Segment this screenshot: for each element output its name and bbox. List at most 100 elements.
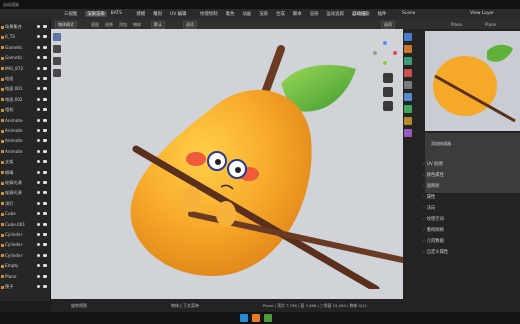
visibility-eye-icon[interactable] [37,264,40,268]
outliner-row[interactable]: 支架 [1,158,49,166]
render-camera-icon[interactable] [43,253,47,257]
property-section[interactable]: 自定义属性 [423,249,448,255]
zoom-icon[interactable] [383,73,393,83]
workspace-tab[interactable]: 建模 [136,11,145,17]
outliner-row[interactable]: 轮廓光源 [1,189,49,197]
workspace-tab[interactable]: 动画 [242,11,251,17]
visibility-eye-icon[interactable] [37,222,40,226]
properties-tab-icon[interactable] [404,33,412,41]
visibility-eye-icon[interactable] [37,274,40,278]
3d-viewport[interactable] [51,29,403,299]
render-camera-icon[interactable] [43,66,47,70]
properties-tab-icon[interactable] [404,69,412,77]
rotate-tool-icon[interactable] [53,69,61,77]
render-camera-icon[interactable] [43,97,47,101]
outliner-row[interactable]: Cube [1,210,49,218]
render-camera-icon[interactable] [43,181,47,184]
workspace-tab[interactable]: 合成 [276,11,285,17]
render-camera-icon[interactable] [43,35,47,39]
outliner-row[interactable]: 筷子 [1,283,49,291]
visibility-eye-icon[interactable] [37,56,40,60]
property-section[interactable]: UV 贴图 [423,161,443,167]
menu-view[interactable]: 视图 [91,22,99,28]
render-camera-icon[interactable] [43,108,47,112]
render-camera-icon[interactable] [43,222,47,226]
workspace-tab[interactable]: 渲染渲染 [85,11,107,17]
properties-tab-icon[interactable] [404,129,412,137]
property-section[interactable]: 纹理空间 [423,216,444,222]
outliner-row[interactable]: 0_TS [1,33,49,41]
outliner-row[interactable]: Cylinder [1,252,49,260]
property-section[interactable]: 颜色属性 [423,172,444,178]
visibility-eye-icon[interactable] [37,149,40,153]
properties-tab-icon[interactable] [404,81,412,89]
outliner-row[interactable]: Empty [1,262,49,270]
orientation-selector[interactable]: 默认 [151,21,165,29]
visibility-eye-icon[interactable] [37,170,40,174]
cursor-tool-icon[interactable] [53,45,61,53]
render-camera-icon[interactable] [43,212,47,216]
render-camera-icon[interactable] [43,285,47,288]
render-camera-icon[interactable] [43,56,47,60]
scene-selector-label[interactable]: Scene [402,11,415,16]
property-section[interactable]: 面映射 [423,183,440,189]
workspace-tab[interactable]: 渲染 [310,11,319,17]
render-camera-icon[interactable] [43,139,47,143]
view-layer-selector[interactable]: View Layer [470,11,494,16]
properties-tab-icon[interactable] [404,45,412,53]
visibility-eye-icon[interactable] [37,97,40,101]
outliner-row[interactable]: Plane [1,273,49,281]
properties-tab-icon[interactable] [404,93,412,101]
add-modifier-button[interactable]: 添加修改器 [425,139,520,149]
render-camera-icon[interactable] [43,243,47,247]
menu-add[interactable]: 添加 [119,22,127,28]
workspace-tab[interactable]: 渲染 [259,11,268,17]
visibility-eye-icon[interactable] [37,118,40,122]
outliner-row[interactable]: Animate [1,137,49,145]
outliner-row[interactable]: 眼睛 [1,169,49,177]
shading-options[interactable]: 选项 [381,21,395,29]
workspace-tab[interactable]: 三视图 [64,11,77,17]
render-camera-icon[interactable] [43,118,47,122]
render-camera-icon[interactable] [43,77,47,80]
render-camera-icon[interactable] [43,170,47,174]
visibility-eye-icon[interactable] [37,181,40,184]
outliner-row[interactable]: 地面.002 [1,96,49,104]
start-icon[interactable] [240,314,248,322]
render-camera-icon[interactable] [43,129,47,132]
visibility-eye-icon[interactable] [37,285,40,288]
render-camera-icon[interactable] [43,45,47,49]
pivot-selector[interactable]: 选项 [183,21,197,29]
workspace-tab[interactable]: 插件 [378,11,387,17]
outliner-row[interactable]: 地面.001 [1,85,49,93]
visibility-eye-icon[interactable] [37,77,40,80]
property-section[interactable]: 重构网格 [423,227,444,233]
visibility-eye-icon[interactable] [37,45,40,49]
workspace-tab[interactable]: 2D动画 [352,11,367,17]
properties-tab-icon[interactable] [404,57,412,65]
properties-tab-icon[interactable] [404,117,412,125]
visibility-eye-icon[interactable] [37,243,40,247]
workspace-tab[interactable]: 脚本 [293,11,302,17]
render-camera-icon[interactable] [43,25,47,28]
workspace-tab[interactable]: 雕刻 [153,11,162,17]
outliner-row[interactable]: Animate [1,117,49,125]
workspace-tab[interactable]: BATS [111,11,122,16]
render-camera-icon[interactable] [43,201,47,205]
render-camera-icon[interactable] [43,274,47,278]
render-camera-icon[interactable] [43,233,47,236]
visibility-eye-icon[interactable] [37,66,40,70]
workspace-tab[interactable]: 运动追踪 [326,11,344,17]
render-camera-icon[interactable] [43,264,47,268]
browser-icon[interactable] [264,314,272,322]
visibility-eye-icon[interactable] [37,108,40,112]
visibility-eye-icon[interactable] [37,253,40,257]
visibility-eye-icon[interactable] [37,212,40,216]
mode-selector[interactable]: 物体模式 [55,21,77,29]
menu-object[interactable]: 物体 [133,22,141,28]
outliner-row[interactable]: IMG_872 [1,65,49,73]
render-camera-icon[interactable] [43,149,47,153]
pan-icon[interactable] [383,87,393,97]
workspace-tab[interactable]: 纹理绘制 [200,11,218,17]
property-section[interactable]: 几何数据 [423,238,444,244]
